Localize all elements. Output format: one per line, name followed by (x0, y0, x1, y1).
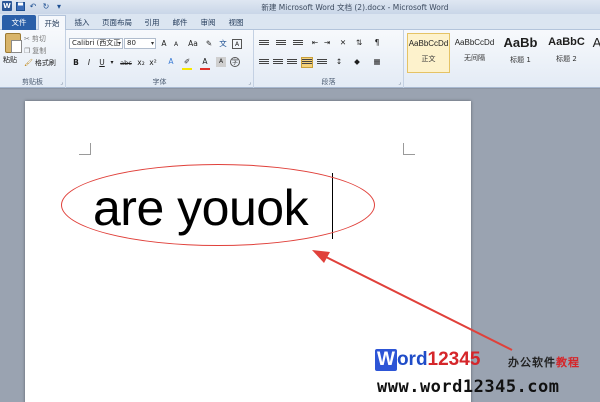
font-name-select[interactable]: Calibri (西文正 ▾ (69, 38, 123, 49)
shading-icon[interactable]: ◆ (352, 57, 362, 67)
borders-icon[interactable]: ▦ (372, 57, 382, 67)
window-title: 新建 Microsoft Word 文档 (2).docx - Microsof… (261, 3, 449, 12)
chevron-down-icon: ▾ (117, 40, 121, 47)
clipboard-group-label: 剪贴板 (22, 78, 43, 86)
decrease-indent-icon[interactable]: ⇤ (310, 38, 320, 48)
tab-references[interactable]: 引用 (140, 15, 164, 30)
styles-gallery: AaBbCcDd 正文 AaBbCcDd 无间隔 AaBb 标题 1 AaBbC… (404, 30, 600, 88)
style-heading-2[interactable]: AaBbC 标题 2 (545, 33, 588, 73)
paragraph-dialog-launcher-icon[interactable]: ⌟ (398, 79, 401, 86)
title-bar: W ↶ ↻ ▾ 新建 Microsoft Word 文档 (2).docx - … (0, 0, 600, 14)
distribute-icon[interactable] (317, 58, 327, 67)
paragraph-group-label: 段落 (321, 78, 336, 86)
text-effects-icon[interactable]: A (166, 57, 176, 67)
increase-indent-icon[interactable]: ⇥ (322, 38, 332, 48)
align-center-icon[interactable] (273, 58, 283, 67)
style-normal[interactable]: AaBbCcDd 正文 (407, 33, 450, 73)
tab-file[interactable]: 文件 (2, 15, 36, 30)
highlight-color-swatch (182, 68, 192, 70)
line-spacing-icon[interactable]: ↕ (334, 57, 344, 67)
style-heading-1[interactable]: AaBb 标题 1 (499, 33, 542, 73)
underline-button[interactable]: U (97, 58, 107, 68)
bold-button[interactable]: B (71, 58, 81, 68)
style-title[interactable]: A (591, 33, 600, 73)
tab-page-layout[interactable]: 页面布局 (98, 15, 136, 30)
underline-dropdown-icon[interactable]: ▾ (107, 58, 117, 68)
paste-button-label[interactable]: 粘贴 (3, 55, 17, 65)
tab-home[interactable]: 开始 (38, 15, 66, 30)
enclose-characters-icon[interactable]: 字 (230, 57, 240, 67)
font-group-label: 字体 (152, 78, 167, 86)
tab-review[interactable]: 审阅 (196, 15, 220, 30)
subscript-button[interactable]: x₂ (136, 58, 146, 68)
scissors-icon: ✂ (24, 35, 30, 43)
sort-icon[interactable]: ⇅ (354, 38, 364, 48)
align-right-icon[interactable] (287, 58, 297, 67)
clear-formatting-icon[interactable]: ✎ (204, 39, 214, 49)
numbering-icon[interactable] (276, 39, 286, 48)
justify-icon[interactable] (301, 57, 313, 68)
paintbrush-icon: 🖌 (24, 59, 33, 67)
phonetic-guide-icon[interactable]: 文 (218, 39, 228, 49)
ribbon: 粘贴 ✂ 剪切 ❐ 复制 🖌 格式刷 剪贴板 ⌟ Calibri (西文正 ▾ … (0, 30, 600, 88)
change-case-button[interactable]: Aa (186, 39, 200, 49)
tab-insert[interactable]: 插入 (70, 15, 94, 30)
superscript-button[interactable]: x² (148, 58, 158, 68)
paste-icon[interactable] (5, 33, 22, 53)
copy-button[interactable]: ❐ 复制 (24, 46, 46, 56)
chevron-down-icon: ▾ (150, 40, 154, 47)
clipboard-group: 粘贴 ✂ 剪切 ❐ 复制 🖌 格式刷 剪贴板 ⌟ (0, 30, 66, 88)
paragraph-group: ⇤ ⇥ ✕ ⇅ ¶ ↕ ◆ ▦ 段落 ⌟ (254, 30, 404, 88)
character-shading-icon[interactable]: A (216, 57, 226, 67)
tab-view[interactable]: 视图 (224, 15, 248, 30)
ribbon-tabs: 文件 开始 插入 页面布局 引用 邮件 审阅 视图 (0, 14, 600, 30)
watermark-logo: Word12345 (375, 349, 481, 371)
tab-mailings[interactable]: 邮件 (168, 15, 192, 30)
watermark-caption: 办公软件教程 (508, 356, 580, 369)
grow-font-button[interactable]: A (159, 39, 169, 49)
format-painter-button[interactable]: 🖌 格式刷 (24, 58, 56, 68)
show-marks-icon[interactable]: ¶ (372, 38, 382, 48)
copy-icon: ❐ (24, 47, 31, 55)
font-size-select[interactable]: 80 ▾ (124, 38, 156, 49)
font-dialog-launcher-icon[interactable]: ⌟ (248, 79, 251, 86)
watermark-url: www.word12345.com (377, 377, 560, 397)
italic-button[interactable]: I (84, 58, 94, 68)
style-no-spacing[interactable]: AaBbCcDd 无间隔 (453, 33, 496, 73)
bullets-icon[interactable] (259, 39, 269, 48)
font-color-swatch (200, 68, 210, 70)
clipboard-dialog-launcher-icon[interactable]: ⌟ (60, 79, 63, 86)
font-group: Calibri (西文正 ▾ 80 ▾ A A Aa ✎ 文 A B I U ▾… (66, 30, 254, 88)
document-area[interactable]: are youok Word12345 办公软件教程 www.word12345… (0, 89, 600, 402)
highlight-icon[interactable]: ✐ (182, 57, 192, 67)
font-color-button[interactable]: A (200, 57, 210, 67)
multilevel-list-icon[interactable] (293, 39, 303, 48)
shrink-font-button[interactable]: A (171, 40, 181, 50)
character-border-icon[interactable]: A (232, 39, 242, 49)
cut-button[interactable]: ✂ 剪切 (24, 34, 46, 44)
watermark: Word12345 办公软件教程 www.word12345.com (375, 347, 600, 402)
align-left-icon[interactable] (259, 58, 269, 67)
strikethrough-button[interactable]: abc (118, 58, 134, 68)
chinese-layout-icon[interactable]: ✕ (338, 38, 348, 48)
